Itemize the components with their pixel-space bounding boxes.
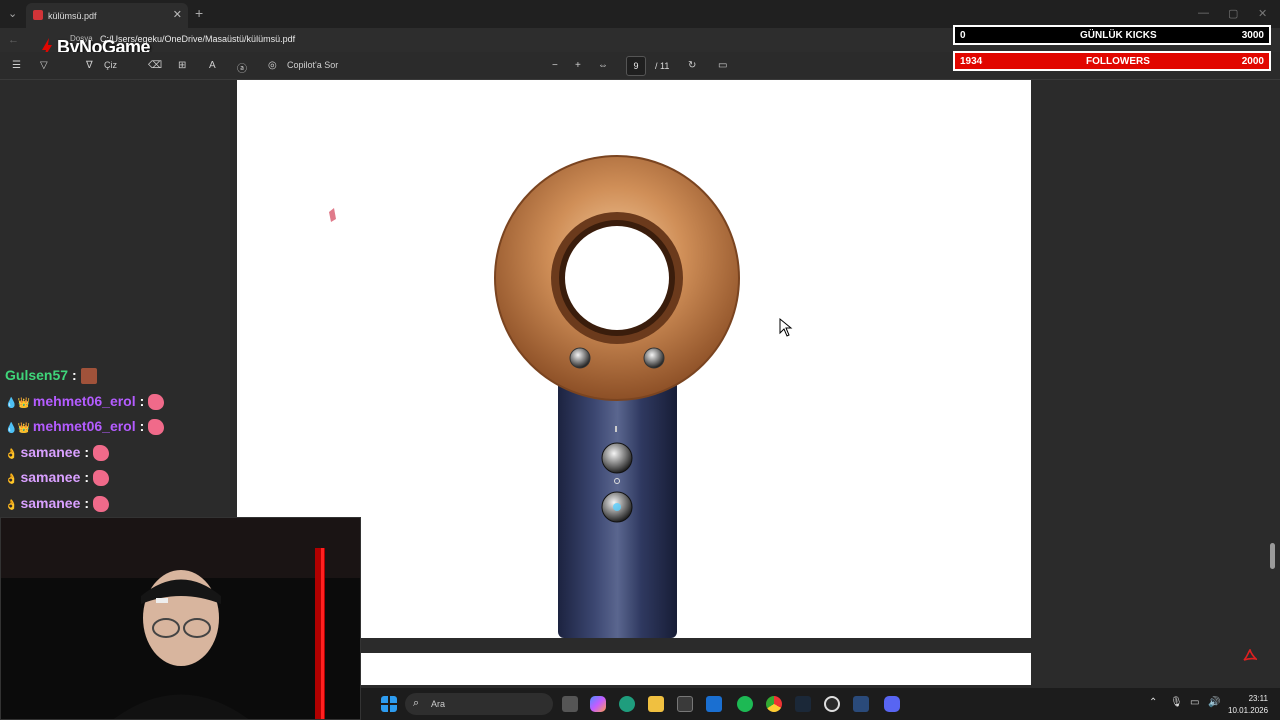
close-tab-icon[interactable]: ✕ xyxy=(173,8,182,21)
chat-emote-icon xyxy=(93,445,110,462)
system-clock[interactable]: 23:11 10.01.2026 xyxy=(1228,693,1268,717)
chat-username[interactable]: mehmet06_erol xyxy=(33,418,136,434)
fit-page-icon[interactable]: ⇔ xyxy=(598,60,608,71)
chat-badge-icons: 👌 xyxy=(5,474,18,485)
chat-message: 👌 samanee: xyxy=(5,495,110,515)
minimize-icon[interactable]: — xyxy=(1198,7,1209,19)
page-view-icon[interactable]: ▭ xyxy=(718,60,727,71)
mouse-cursor-icon xyxy=(779,317,793,337)
text-box-icon[interactable]: ⊞ xyxy=(178,60,186,71)
contents-icon[interactable]: ☰ xyxy=(12,60,21,71)
chat-separator: : xyxy=(84,444,90,460)
chat-message: 💧👑 mehmet06_erol: xyxy=(5,393,165,413)
streamer-camera-image xyxy=(1,518,360,719)
followers-count: 1934 xyxy=(960,56,983,67)
clock-time: 23:11 xyxy=(1248,694,1268,703)
tray-chevron-icon[interactable]: ⌃ xyxy=(1149,697,1157,708)
chat-message: 👌 samanee: xyxy=(5,469,110,489)
pdf-next-page[interactable] xyxy=(361,653,1031,685)
windows-start-icon[interactable] xyxy=(381,696,397,712)
chat-message: 👌 samanee: xyxy=(5,444,110,464)
chat-message: Gulsen57: xyxy=(5,367,97,387)
chat-username[interactable]: samanee xyxy=(20,469,80,485)
copilot-button[interactable]: Copilot'a Sor xyxy=(287,60,338,70)
search-icon: ⌕ xyxy=(413,697,420,709)
acrobat-icon[interactable] xyxy=(1243,649,1257,663)
new-tab-button[interactable]: + xyxy=(195,5,203,21)
chat-separator: : xyxy=(84,469,90,485)
chat-separator: : xyxy=(139,418,145,434)
microphone-icon[interactable]: 🎙 xyxy=(1170,697,1183,708)
tab-title: külümsü.pdf xyxy=(48,11,97,21)
network-icon[interactable]: ▭ xyxy=(1190,697,1199,708)
draw-icon[interactable]: ∇ xyxy=(86,60,93,71)
volume-icon[interactable]: 🔊 xyxy=(1208,697,1220,708)
webcam-feed xyxy=(0,517,361,720)
outlook-icon[interactable] xyxy=(706,696,722,712)
back-icon[interactable]: ← xyxy=(8,34,19,46)
tab-pdf[interactable]: külümsü.pdf ✕ xyxy=(26,3,188,28)
page-number-input[interactable]: 9 xyxy=(626,56,646,76)
rotate-icon[interactable]: ↻ xyxy=(688,60,696,71)
copilot-icon[interactable]: ◎ xyxy=(268,60,277,71)
followers-counter: 1934 FOLLOWERS 2000 xyxy=(953,51,1271,71)
translate-icon[interactable]: ⓐ xyxy=(237,60,247,75)
edge-icon[interactable] xyxy=(619,696,635,712)
draw-label[interactable]: Çiz xyxy=(104,60,117,70)
copilot-app-icon[interactable] xyxy=(590,696,606,712)
chat-emote-icon xyxy=(148,419,165,436)
steam-icon[interactable] xyxy=(795,696,811,712)
app-icon[interactable] xyxy=(824,696,840,712)
app-settings-icon[interactable] xyxy=(853,696,869,712)
zoom-out-button[interactable]: − xyxy=(552,60,558,71)
page-total: / 11 xyxy=(655,61,670,71)
chat-badge-icons: 👌 xyxy=(5,500,18,511)
chat-separator: : xyxy=(72,367,77,383)
kicks-counter: 0 GÜNLÜK KICKS 3000 xyxy=(953,25,1271,45)
chat-emote-icon xyxy=(80,368,97,385)
clock-date: 10.01.2026 xyxy=(1228,706,1269,715)
task-view-icon[interactable] xyxy=(562,696,578,712)
chat-emote-icon xyxy=(148,394,165,411)
chat-username[interactable]: samanee xyxy=(20,495,80,511)
taskbar-search[interactable] xyxy=(405,693,553,715)
maximize-icon[interactable]: ▢ xyxy=(1228,7,1238,20)
search-placeholder: Ara xyxy=(431,699,446,709)
browser-tab-bar: ⌄ külümsü.pdf ✕ + — ▢ ✕ xyxy=(0,0,1280,28)
chat-badge-icons: 💧👑 xyxy=(5,423,30,434)
chat-separator: : xyxy=(84,495,90,511)
kicks-count: 0 xyxy=(960,30,966,41)
highlight-icon[interactable]: ▽ xyxy=(40,60,48,71)
chat-badge-icons: 💧👑 xyxy=(5,398,30,409)
spotify-icon[interactable] xyxy=(737,696,753,712)
chat-username[interactable]: mehmet06_erol xyxy=(33,393,136,409)
read-aloud-icon[interactable]: A xyxy=(209,60,216,71)
kicks-goal: 3000 xyxy=(1241,30,1264,41)
chat-emote-icon xyxy=(93,470,110,487)
scrollbar-thumb[interactable] xyxy=(1270,543,1275,569)
followers-label: FOLLOWERS xyxy=(1086,56,1150,67)
store-icon[interactable] xyxy=(677,696,693,712)
zoom-in-button[interactable]: + xyxy=(575,60,581,71)
discord-icon[interactable] xyxy=(884,696,900,712)
chat-message: 💧👑 mehmet06_erol: xyxy=(5,418,165,438)
pdf-file-icon xyxy=(33,10,43,20)
chat-username[interactable]: samanee xyxy=(20,444,80,460)
chat-badge-icons: 👌 xyxy=(5,449,18,460)
tab-list-chevron-icon[interactable]: ⌄ xyxy=(8,7,17,20)
file-explorer-icon[interactable] xyxy=(648,696,664,712)
followers-goal: 2000 xyxy=(1241,56,1264,67)
chat-username[interactable]: Gulsen57 xyxy=(5,367,68,383)
chat-emote-icon xyxy=(93,496,110,513)
chrome-icon[interactable] xyxy=(766,696,782,712)
eraser-icon[interactable]: ⌫ xyxy=(148,60,162,71)
close-window-icon[interactable]: ✕ xyxy=(1258,7,1267,20)
kicks-label: GÜNLÜK KICKS xyxy=(1080,30,1157,41)
chat-separator: : xyxy=(139,393,145,409)
